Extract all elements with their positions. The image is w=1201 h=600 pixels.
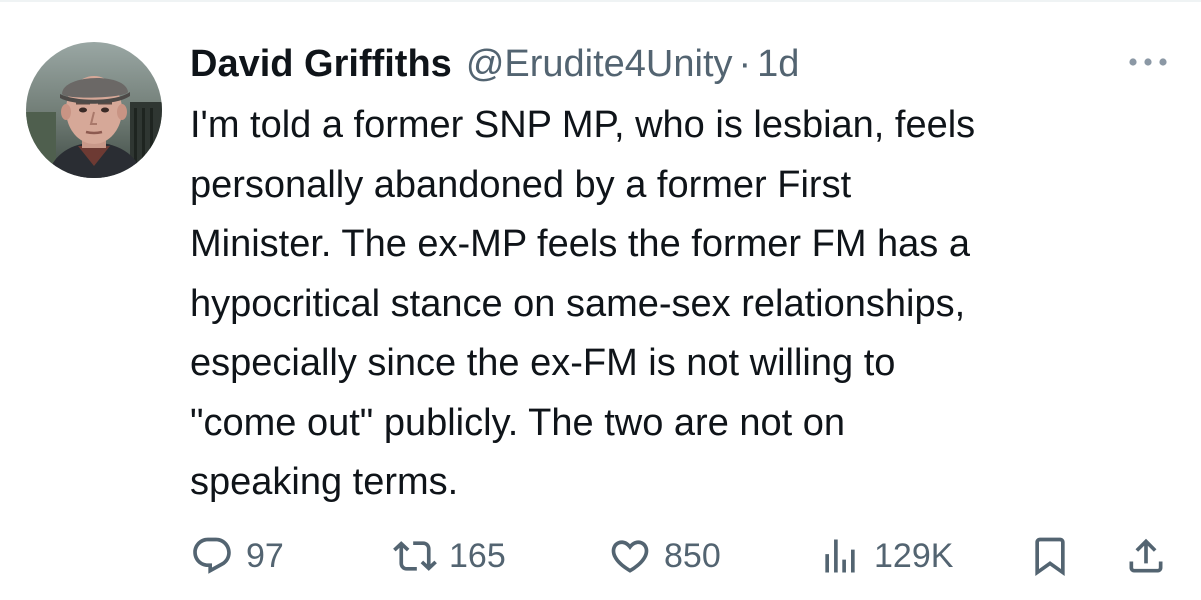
tweet-text-line: personally abandoned by a former First xyxy=(190,163,852,206)
bookmark-icon xyxy=(1028,534,1072,578)
bookmark-button[interactable] xyxy=(1028,530,1072,582)
tweet-text-line: hypocritical stance on same-sex relation… xyxy=(190,282,966,325)
tweet-text: I'm told a former SNP MP, who is lesbian… xyxy=(190,96,1165,513)
top-divider xyxy=(0,0,1201,2)
retweet-arrows-icon xyxy=(393,534,437,578)
like-button[interactable]: 850 xyxy=(608,530,721,582)
more-horizontal-icon[interactable] xyxy=(1125,52,1171,72)
author-display-name[interactable]: David Griffiths xyxy=(190,38,452,90)
separator-dot: · xyxy=(738,43,752,85)
tweet-header: David Griffiths @Erudite4Unity · 1d xyxy=(190,38,799,90)
tweet-text-line: Minister. The ex-MP feels the former FM … xyxy=(190,223,970,265)
share-upload-icon xyxy=(1124,534,1168,578)
avatar[interactable] xyxy=(26,42,162,178)
tweet-timestamp[interactable]: 1d xyxy=(757,38,799,90)
tweet-text-line: "come out" publicly. The two are not on xyxy=(190,401,846,444)
views-count: 129K xyxy=(874,536,954,575)
tweet-text-line: speaking terms. xyxy=(190,461,459,503)
author-handle[interactable]: @Erudite4Unity xyxy=(466,38,733,90)
tweet-action-bar: 97 165 850 129K xyxy=(190,530,1170,582)
tweet-text-line: especially since the ex-FM is not willin… xyxy=(190,342,896,384)
retweet-button[interactable]: 165 xyxy=(393,530,506,582)
share-button[interactable] xyxy=(1124,530,1168,582)
reply-count: 97 xyxy=(246,536,284,575)
tweet-text-line: I'm told a former SNP MP, who is lesbian… xyxy=(190,104,976,146)
retweet-count: 165 xyxy=(449,536,506,575)
reply-button[interactable]: 97 xyxy=(190,530,284,582)
bar-chart-icon xyxy=(818,534,862,578)
views-button[interactable]: 129K xyxy=(818,530,953,582)
like-count: 850 xyxy=(664,536,721,575)
heart-icon xyxy=(608,534,652,578)
speech-bubble-icon xyxy=(190,534,234,578)
